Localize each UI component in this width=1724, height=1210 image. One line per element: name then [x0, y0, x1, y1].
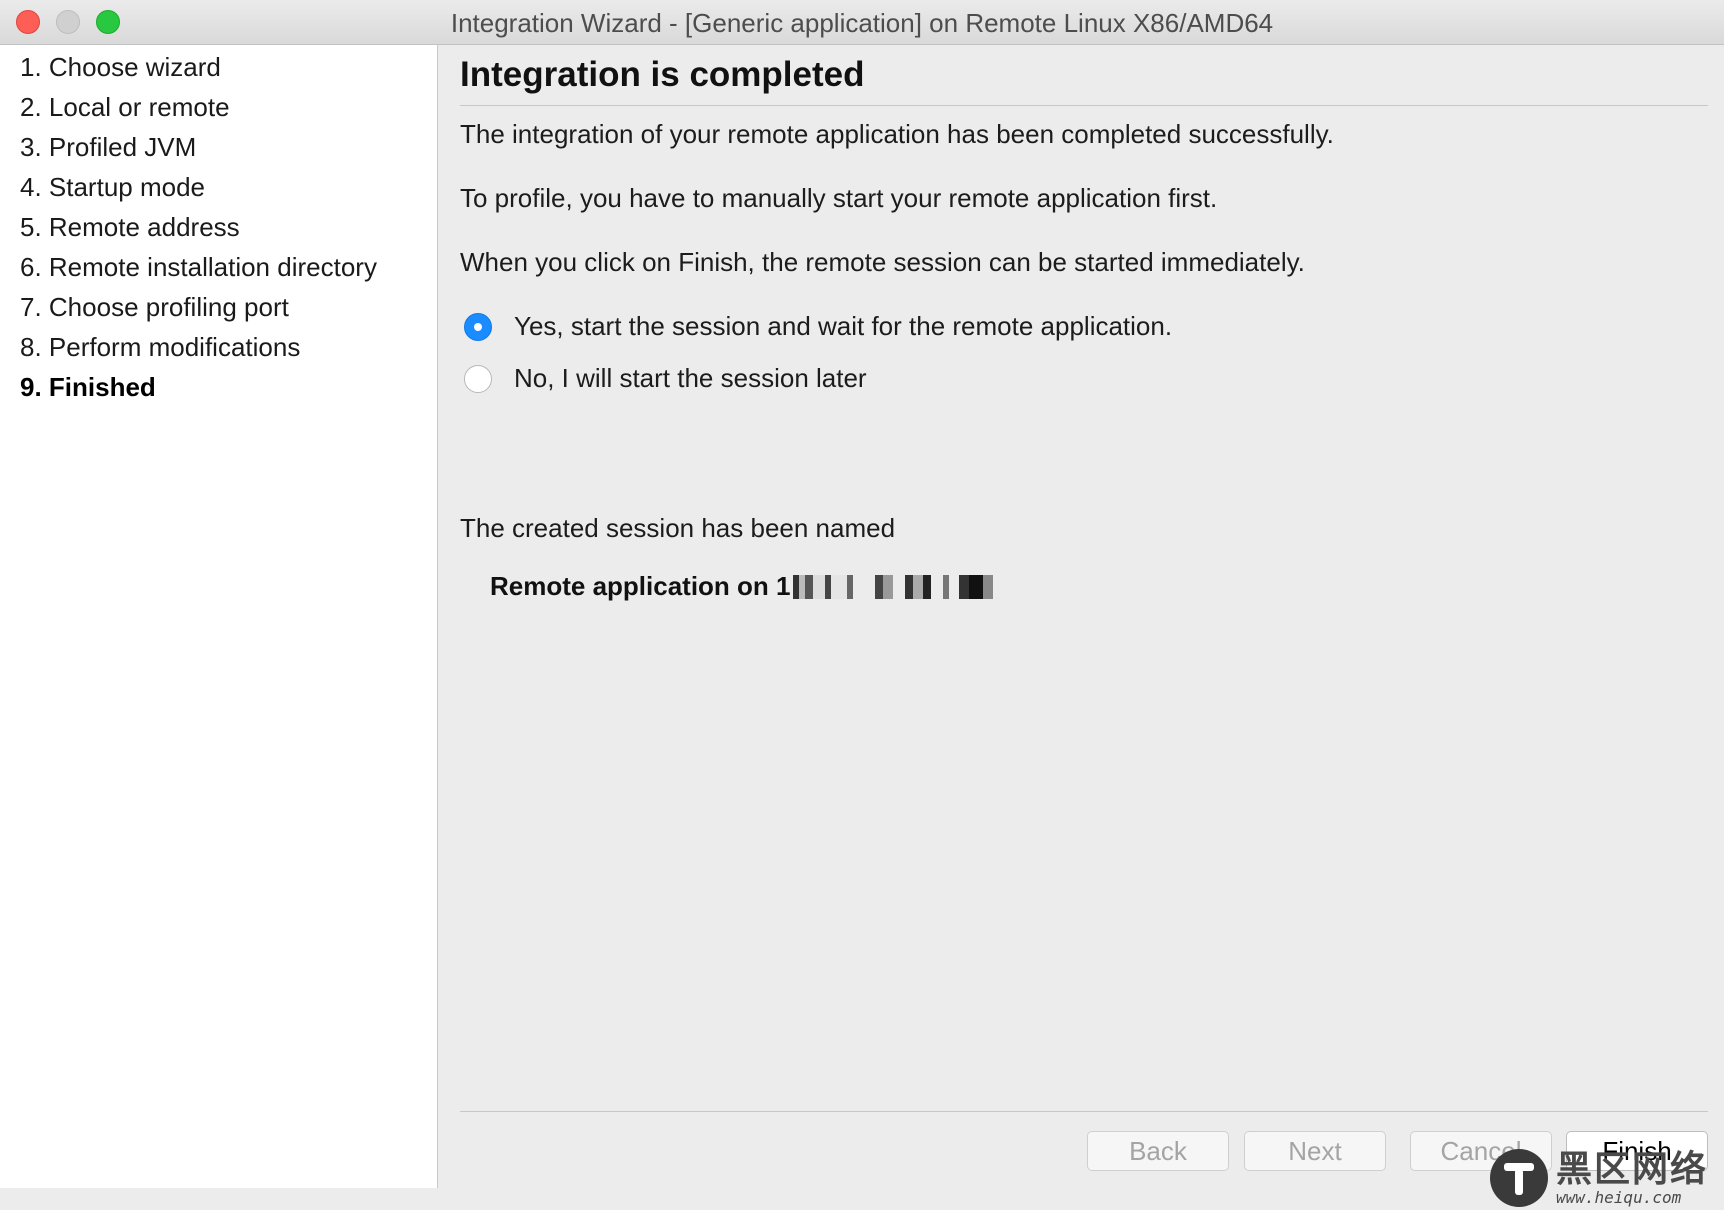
wizard-steps-sidebar: 1. Choose wizard 2. Local or remote 3. P…: [0, 45, 438, 1188]
step-remote-address: 5. Remote address: [20, 212, 240, 242]
back-button[interactable]: Back: [1087, 1131, 1229, 1171]
redacted-address: [792, 574, 993, 599]
wizard-content: Integration is completed The integration…: [438, 45, 1724, 1188]
profile-instructions: To profile, you have to manually start y…: [460, 183, 1218, 213]
step-perform-modifications: 8. Perform modifications: [20, 332, 301, 362]
next-button[interactable]: Next: [1244, 1131, 1386, 1171]
radio-option-start-later[interactable]: No, I will start the session later: [464, 363, 867, 394]
wizard-window: Integration Wizard - [Generic applicatio…: [0, 0, 1724, 1210]
completion-message: The integration of your remote applicati…: [460, 119, 1334, 149]
watermark-url: www.heiqu.com: [1556, 1187, 1682, 1207]
window-bottom-edge: [0, 1188, 1724, 1210]
step-finished: 9. Finished: [20, 372, 156, 402]
session-intro: The created session has been named: [460, 513, 896, 543]
watermark-text: 黑区网络 www.heiqu.com: [1556, 1147, 1709, 1207]
button-divider: [460, 1111, 1708, 1112]
watermark-logo-icon: [1490, 1149, 1548, 1207]
page-title: Integration is completed: [460, 55, 865, 94]
watermark: 黑区网络 www.heiqu.com: [1490, 1146, 1724, 1210]
radio-selected-icon[interactable]: [464, 312, 492, 341]
step-local-or-remote: 2. Local or remote: [20, 92, 230, 122]
radio-unselected-icon[interactable]: [464, 364, 492, 393]
radio-label-start-now[interactable]: Yes, start the session and wait for the …: [514, 311, 1172, 342]
step-choose-profiling-port: 7. Choose profiling port: [20, 292, 289, 322]
window-title: Integration Wizard - [Generic applicatio…: [450, 8, 1274, 38]
radio-label-start-later[interactable]: No, I will start the session later: [514, 363, 867, 394]
heading-divider: [460, 105, 1708, 106]
step-choose-wizard: 1. Choose wizard: [20, 52, 221, 82]
step-startup-mode: 4. Startup mode: [20, 172, 205, 202]
step-profiled-jvm: 3. Profiled JVM: [20, 132, 197, 162]
watermark-cn: 黑区网络: [1556, 1147, 1709, 1189]
title-bar[interactable]: Integration Wizard - [Generic applicatio…: [0, 0, 1724, 45]
radio-option-start-now[interactable]: Yes, start the session and wait for the …: [464, 311, 1172, 342]
step-remote-installation-directory: 6. Remote installation directory: [20, 252, 377, 282]
session-name: Remote application on 1: [490, 571, 993, 602]
finish-instructions: When you click on Finish, the remote ses…: [460, 247, 1305, 277]
session-name-text: Remote application on 1: [490, 571, 791, 601]
